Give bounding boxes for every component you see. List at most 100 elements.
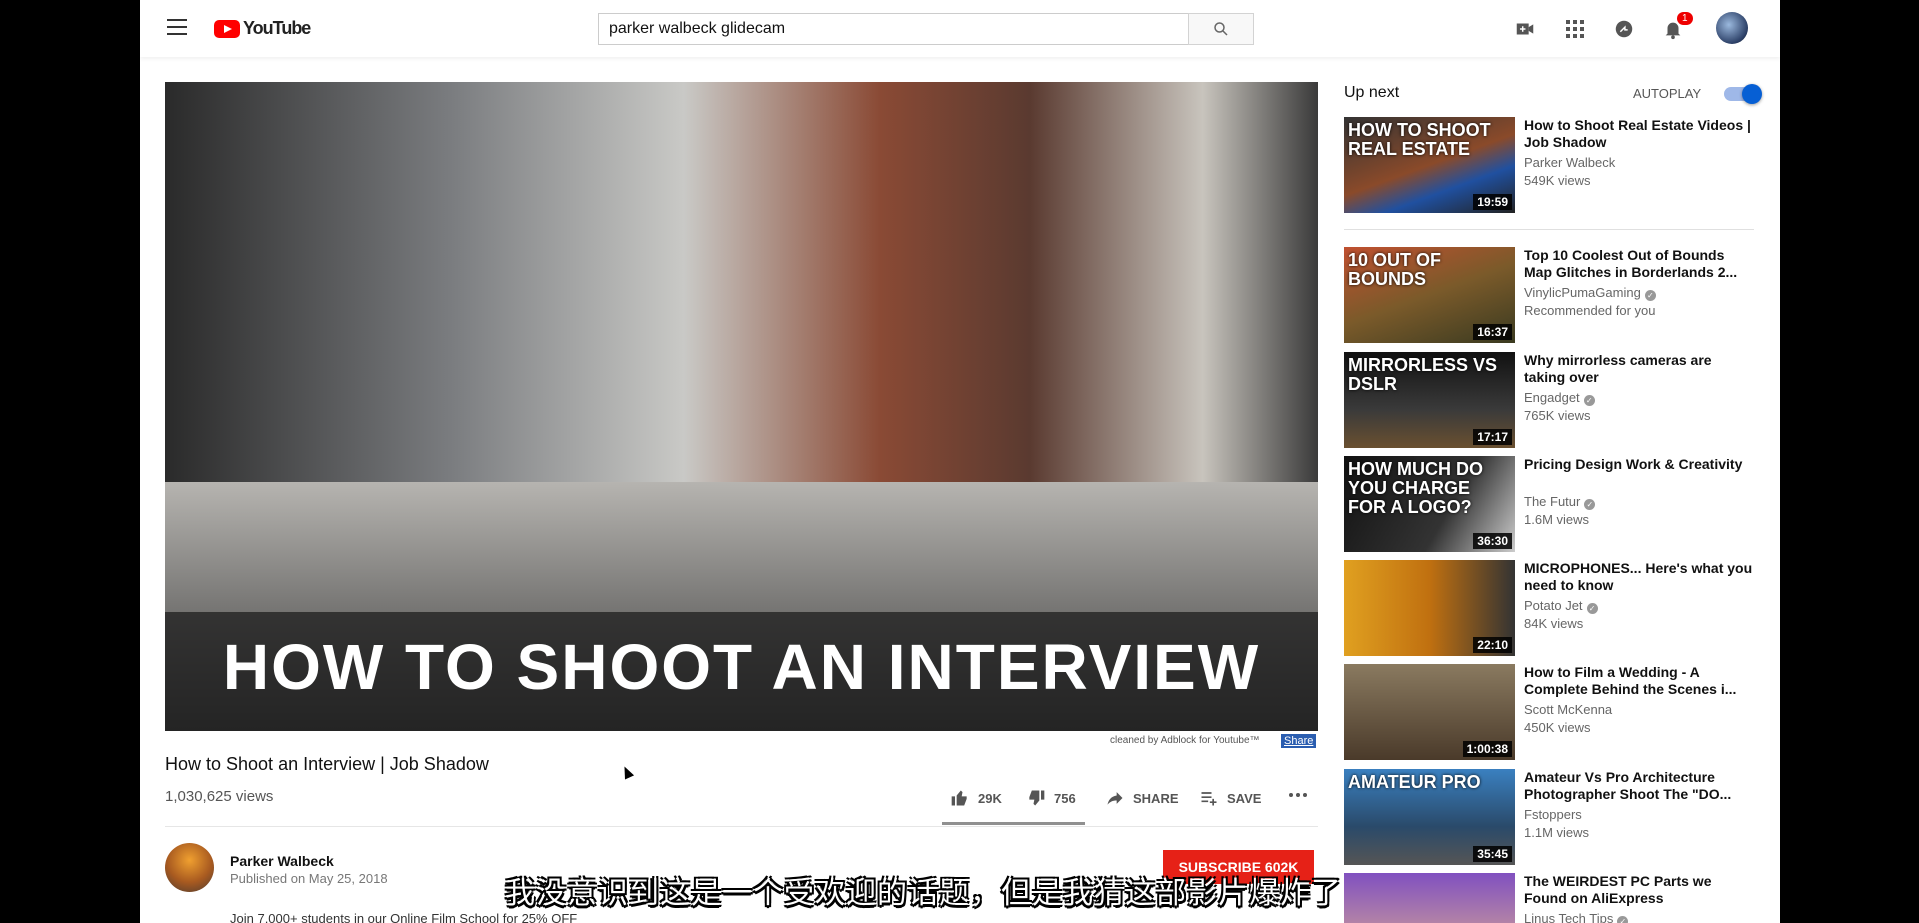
item-channel: Potato Jet ✓ bbox=[1524, 598, 1598, 614]
channel-name[interactable]: Parker Walbeck bbox=[230, 853, 334, 869]
up-next-item[interactable]: HOW TO SHOOT REAL ESTATE 19:59 How to Sh… bbox=[1344, 117, 1764, 213]
item-title[interactable]: Pricing Design Work & Creativity bbox=[1524, 456, 1754, 473]
channel-name: Fstoppers bbox=[1524, 807, 1582, 822]
video-thumbnail[interactable]: 1:00:38 bbox=[1344, 664, 1515, 760]
duration-badge: 16:37 bbox=[1473, 324, 1512, 340]
item-channel: Parker Walbeck bbox=[1524, 155, 1615, 170]
chat-icon[interactable] bbox=[1612, 17, 1636, 41]
item-meta: Recommended for you bbox=[1524, 303, 1656, 318]
item-meta: 450K views bbox=[1524, 720, 1591, 735]
channel-name: The Futur bbox=[1524, 494, 1581, 509]
divider bbox=[1344, 229, 1754, 230]
channel-name: Linus Tech Tips bbox=[1524, 911, 1614, 923]
video-camera-icon[interactable] bbox=[1513, 17, 1537, 41]
youtube-play-icon bbox=[214, 19, 240, 38]
like-ratio-bar bbox=[942, 822, 1085, 825]
duration-badge: 19:59 bbox=[1473, 194, 1512, 210]
item-channel: Linus Tech Tips ✓ bbox=[1524, 911, 1629, 923]
item-meta: 549K views bbox=[1524, 173, 1591, 188]
video-thumbnail[interactable]: 10 OUT OF BOUNDS 16:37 bbox=[1344, 247, 1515, 343]
add-to-playlist-icon bbox=[1201, 792, 1217, 806]
channel-avatar[interactable] bbox=[165, 843, 214, 892]
search-icon bbox=[1214, 22, 1228, 36]
item-title[interactable]: How to Film a Wedding - A Complete Behin… bbox=[1524, 664, 1754, 698]
thumbnail-text: HOW MUCH DO YOU CHARGE FOR A LOGO? bbox=[1348, 459, 1483, 517]
share-button[interactable]: SHARE bbox=[1105, 788, 1179, 808]
item-channel: Scott McKenna bbox=[1524, 702, 1612, 717]
thumbs-up-icon bbox=[951, 790, 967, 806]
up-next-item[interactable]: 22:10 MICROPHONES... Here's what you nee… bbox=[1344, 560, 1764, 656]
adblock-share-link[interactable]: Share bbox=[1281, 734, 1317, 748]
video-thumbnail[interactable] bbox=[1344, 873, 1515, 923]
video-thumbnail[interactable]: AMATEUR PRO 35:45 bbox=[1344, 769, 1515, 865]
search-button[interactable] bbox=[1188, 13, 1254, 45]
video-caption: HOW TO SHOOT AN INTERVIEW bbox=[222, 631, 1261, 703]
item-title[interactable]: How to Shoot Real Estate Videos | Job Sh… bbox=[1524, 117, 1754, 151]
view-count: 1,030,625 views bbox=[165, 788, 274, 805]
video-thumbnail[interactable]: HOW TO SHOOT REAL ESTATE 19:59 bbox=[1344, 117, 1515, 213]
item-title[interactable]: MICROPHONES... Here's what you need to k… bbox=[1524, 560, 1754, 594]
menu-icon[interactable] bbox=[167, 19, 187, 35]
more-icon bbox=[1289, 793, 1307, 797]
video-thumbnail[interactable]: MIRRORLESS VS DSLR 17:17 bbox=[1344, 352, 1515, 448]
duration-badge: 35:45 bbox=[1473, 846, 1512, 862]
verified-icon: ✓ bbox=[1617, 916, 1629, 923]
video-thumbnail[interactable]: HOW MUCH DO YOU CHARGE FOR A LOGO? 36:30 bbox=[1344, 456, 1515, 552]
channel-name: Parker Walbeck bbox=[1524, 155, 1616, 170]
duration-badge: 1:00:38 bbox=[1462, 741, 1512, 757]
youtube-logo[interactable]: YouTube bbox=[214, 18, 311, 39]
up-next-item[interactable]: 10 OUT OF BOUNDS 16:37 Top 10 Coolest Ou… bbox=[1344, 247, 1764, 343]
video-title: How to Shoot an Interview | Job Shadow bbox=[165, 754, 489, 774]
thumbnail-text: HOW TO SHOOT REAL ESTATE bbox=[1348, 120, 1491, 159]
save-label: SAVE bbox=[1227, 790, 1262, 806]
thumbnail-text: 10 OUT OF BOUNDS bbox=[1348, 250, 1442, 289]
up-next-item[interactable]: 1:00:38 How to Film a Wedding - A Comple… bbox=[1344, 664, 1764, 760]
logo-text: YouTube bbox=[243, 18, 311, 38]
item-title[interactable]: The WEIRDEST PC Parts we Found on AliExp… bbox=[1524, 873, 1754, 907]
divider bbox=[165, 826, 1318, 827]
video-player[interactable]: HOW TO SHOOT AN INTERVIEW bbox=[165, 82, 1318, 731]
verified-icon: ✓ bbox=[1586, 603, 1598, 614]
verified-icon: ✓ bbox=[1644, 290, 1656, 301]
item-channel: VinylicPumaGaming ✓ bbox=[1524, 285, 1656, 301]
thumbnail-text: MIRRORLESS VS DSLR bbox=[1348, 355, 1498, 394]
channel-name: Potato Jet bbox=[1524, 598, 1583, 613]
up-next-heading: Up next bbox=[1344, 84, 1400, 101]
item-meta: 1.1M views bbox=[1524, 825, 1590, 840]
apps-icon[interactable] bbox=[1563, 17, 1587, 41]
save-button[interactable]: SAVE bbox=[1199, 788, 1261, 808]
channel-name: VinylicPumaGaming bbox=[1524, 285, 1641, 300]
up-next-item[interactable]: HOW MUCH DO YOU CHARGE FOR A LOGO? 36:30… bbox=[1344, 456, 1764, 552]
video-thumbnail[interactable]: 22:10 bbox=[1344, 560, 1515, 656]
channel-name: Engadget bbox=[1524, 390, 1580, 405]
mouse-cursor bbox=[619, 764, 635, 780]
like-count: 29K bbox=[978, 790, 1002, 806]
top-bar: YouTube 1 bbox=[140, 0, 1780, 57]
item-meta: 84K views bbox=[1524, 616, 1584, 631]
search-input[interactable] bbox=[598, 13, 1190, 45]
subtitle-overlay: 我没意识到这是一个受欢迎的话题，但是我猜这部影片爆炸了 bbox=[505, 876, 1342, 911]
item-channel: Engadget ✓ bbox=[1524, 390, 1595, 406]
up-next-item[interactable]: MIRRORLESS VS DSLR 17:17 Why mirrorless … bbox=[1344, 352, 1764, 448]
like-button[interactable]: 29K bbox=[950, 788, 1002, 808]
item-title[interactable]: Amateur Vs Pro Architecture Photographer… bbox=[1524, 769, 1754, 803]
duration-badge: 36:30 bbox=[1473, 533, 1512, 549]
item-meta: 765K views bbox=[1524, 408, 1591, 423]
more-actions-button[interactable] bbox=[1288, 792, 1308, 798]
verified-icon: ✓ bbox=[1584, 499, 1596, 510]
channel-name: Scott McKenna bbox=[1524, 702, 1613, 717]
dislike-count: 756 bbox=[1054, 790, 1076, 806]
autoplay-toggle[interactable] bbox=[1724, 84, 1762, 104]
dislike-button[interactable]: 756 bbox=[1026, 788, 1076, 808]
publish-date: Published on May 25, 2018 bbox=[230, 871, 388, 886]
user-avatar[interactable] bbox=[1716, 12, 1748, 44]
notification-badge: 1 bbox=[1677, 12, 1693, 25]
up-next-item[interactable]: AMATEUR PRO 35:45 Amateur Vs Pro Archite… bbox=[1344, 769, 1764, 865]
up-next-item[interactable]: The WEIRDEST PC Parts we Found on AliExp… bbox=[1344, 873, 1764, 923]
video-description: Join 7,000+ students in our Online Film … bbox=[230, 911, 578, 923]
thumbnail-text: AMATEUR PRO bbox=[1348, 772, 1481, 792]
thumbs-down-icon bbox=[1029, 790, 1045, 806]
item-title[interactable]: Top 10 Coolest Out of Bounds Map Glitche… bbox=[1524, 247, 1754, 281]
item-title[interactable]: Why mirrorless cameras are taking over bbox=[1524, 352, 1754, 386]
item-channel: The Futur ✓ bbox=[1524, 494, 1596, 510]
